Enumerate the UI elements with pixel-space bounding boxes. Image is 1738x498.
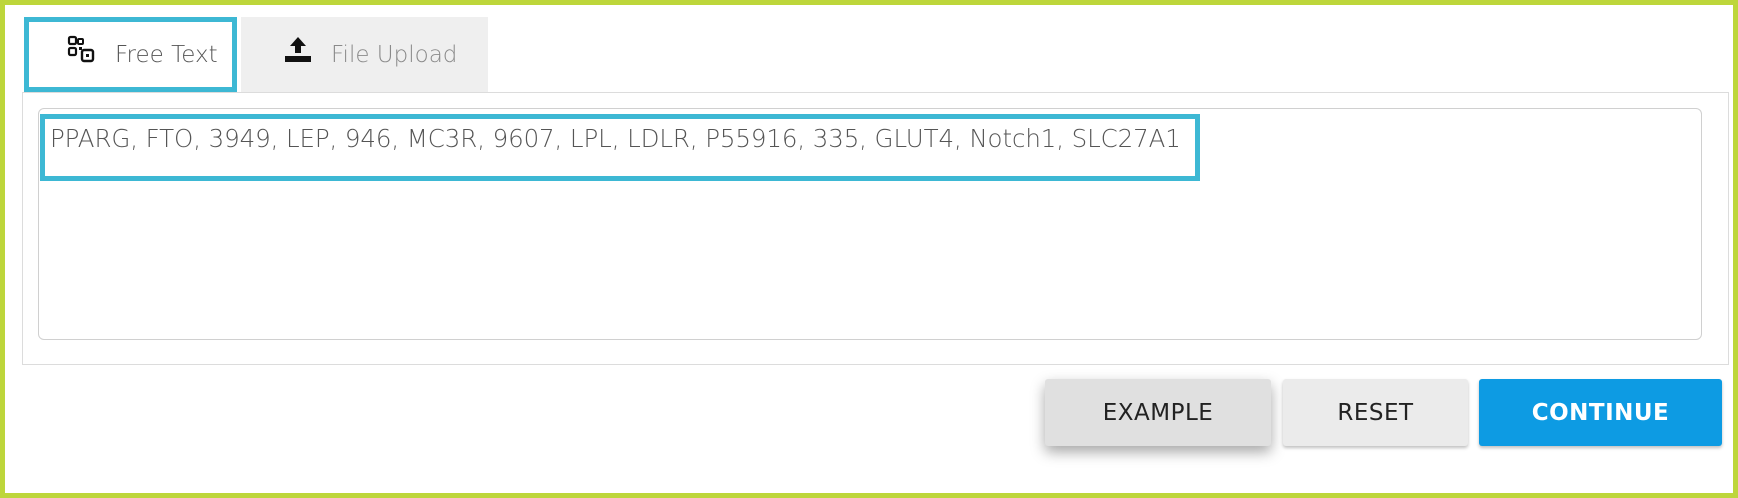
free-text-input-value: PPARG, FTO, 3949, LEP, 946, MC3R, 9607, … (50, 124, 1181, 153)
tab-file-upload[interactable]: File Upload (241, 17, 488, 92)
qr-code-icon (67, 35, 97, 65)
tab-free-text[interactable]: Free Text (24, 17, 237, 92)
tab-file-upload-label: File Upload (331, 41, 458, 68)
continue-button[interactable]: CONTINUE (1479, 379, 1722, 446)
example-button[interactable]: EXAMPLE (1045, 379, 1271, 446)
reset-button[interactable]: RESET (1283, 379, 1468, 446)
upload-icon (283, 35, 313, 65)
tab-free-text-label: Free Text (115, 41, 218, 68)
